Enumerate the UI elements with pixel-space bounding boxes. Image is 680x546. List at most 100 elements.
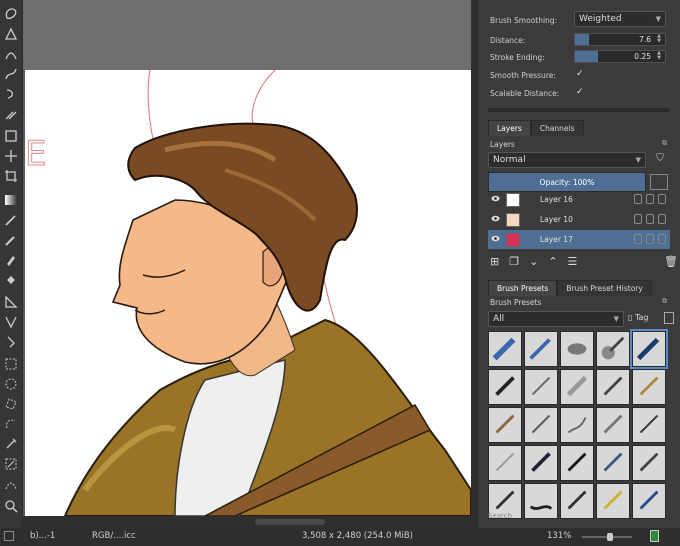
layer-settings-icon[interactable]: ☰	[568, 255, 578, 268]
similar-select-icon[interactable]	[3, 456, 19, 472]
polygon-select-icon[interactable]	[3, 396, 19, 412]
brush-search-field[interactable]: Search	[488, 512, 512, 520]
blend-mode-dropdown[interactable]: Normal ▼	[488, 152, 646, 168]
brush-preset-tile[interactable]	[632, 445, 666, 481]
outline-select-icon[interactable]	[3, 416, 19, 432]
layer-row-17[interactable]: Layer 17	[488, 230, 670, 249]
spin-arrows-icon[interactable]: ▲ ▼	[654, 51, 664, 62]
canvas-horizontal-scrollbar[interactable]	[23, 516, 477, 528]
bezier-select-icon[interactable]	[3, 476, 19, 492]
brush-preset-tile[interactable]	[524, 331, 558, 367]
move-down-icon[interactable]: ⌄	[529, 255, 538, 268]
spin-arrows-icon[interactable]: ▲ ▼	[654, 34, 664, 45]
panel-float-icon[interactable]: ⧉	[662, 139, 667, 148]
filter-icon[interactable]: ⛉	[650, 153, 670, 167]
fill-icon[interactable]	[3, 272, 19, 288]
lock-icon[interactable]	[634, 194, 642, 204]
brush-preset-tile[interactable]	[596, 445, 630, 481]
brush-filter-dropdown[interactable]: All ▼	[488, 311, 624, 327]
eye-icon[interactable]	[491, 214, 500, 223]
eye-icon[interactable]	[491, 194, 500, 203]
alpha-icon[interactable]	[646, 214, 654, 224]
delete-layer-icon[interactable]: 🗑	[664, 255, 678, 268]
brush-preset-tile-selected[interactable]	[630, 329, 668, 369]
tab-brush-presets[interactable]: Brush Presets	[488, 280, 558, 296]
tag-button[interactable]: ▯ Tag	[628, 313, 649, 322]
bezier-tool-icon[interactable]	[3, 46, 19, 62]
distance-slider[interactable]: 7.6 ▲ ▼	[574, 33, 666, 46]
rect-select-icon[interactable]	[3, 356, 19, 372]
tab-channels[interactable]: Channels	[530, 120, 584, 136]
alpha-icon[interactable]	[646, 234, 654, 244]
polygon-tool-icon[interactable]	[3, 26, 19, 42]
contiguous-select-icon[interactable]	[3, 436, 19, 452]
layer-row-10[interactable]: Layer 10	[488, 210, 670, 229]
scrollbar-thumb[interactable]	[255, 519, 325, 525]
layer-row-16[interactable]: Layer 16	[488, 190, 670, 209]
brush-preset-tile[interactable]	[488, 445, 522, 481]
freehand-selection-icon[interactable]	[3, 6, 19, 22]
freehand-path-icon[interactable]	[3, 66, 19, 82]
smart-patch-icon[interactable]	[3, 252, 19, 268]
gradient-icon[interactable]	[3, 192, 19, 208]
inherit-alpha-icon[interactable]	[658, 194, 666, 204]
brush-preset-tile[interactable]	[632, 483, 666, 519]
duplicate-layer-icon[interactable]: ❐	[509, 255, 519, 268]
brush-filter-value: All	[493, 314, 505, 324]
brush-preset-tile[interactable]	[596, 407, 630, 443]
brush-preset-tile[interactable]	[632, 407, 666, 443]
brush-preset-tile[interactable]	[632, 369, 666, 405]
drawing-canvas[interactable]: E	[25, 69, 472, 516]
inherit-alpha-icon[interactable]	[658, 234, 666, 244]
canvas-area[interactable]: E	[23, 0, 477, 516]
tab-brush-preset-history[interactable]: Brush Preset History	[557, 280, 652, 296]
tab-layers[interactable]: Layers	[488, 120, 531, 136]
brush-preset-tile[interactable]	[560, 407, 594, 443]
brush-preset-tile[interactable]	[488, 407, 522, 443]
assistant-tool-icon[interactable]	[3, 314, 19, 330]
brush-preset-tile[interactable]	[596, 483, 630, 519]
brush-preset-tile[interactable]	[524, 369, 558, 405]
brush-preset-tile[interactable]	[560, 369, 594, 405]
zoom-icon[interactable]	[3, 498, 19, 514]
layer-properties-icon[interactable]	[650, 174, 668, 190]
brush-icon[interactable]	[3, 232, 19, 248]
eye-icon[interactable]	[491, 234, 500, 243]
ellipse-select-icon[interactable]	[3, 376, 19, 392]
brush-preset-tile[interactable]	[596, 369, 630, 405]
brush-smoothing-dropdown[interactable]: Weighted ▼	[574, 11, 666, 27]
dynamic-brush-icon[interactable]	[3, 86, 19, 102]
stroke-ending-slider[interactable]: 0.25 ▲ ▼	[574, 50, 666, 63]
add-layer-icon[interactable]: ⊞	[490, 255, 499, 268]
brush-preset-tile[interactable]	[560, 483, 594, 519]
alpha-icon[interactable]	[646, 194, 654, 204]
brush-preset-tile[interactable]	[596, 331, 630, 367]
brush-preset-tile[interactable]	[524, 445, 558, 481]
document-status-icon[interactable]	[650, 530, 659, 542]
crop-icon[interactable]	[3, 168, 19, 184]
selection-mode-icon[interactable]	[4, 531, 14, 541]
move-icon[interactable]	[3, 148, 19, 164]
color-picker-icon[interactable]	[3, 212, 19, 228]
zoom-slider-handle[interactable]	[607, 533, 613, 541]
scalable-distance-checkbox[interactable]: ✓	[576, 87, 584, 97]
opacity-slider[interactable]: Opacity: 100%	[488, 172, 646, 192]
panel-float-icon[interactable]: ⧉	[662, 297, 667, 306]
lock-icon[interactable]	[634, 214, 642, 224]
lock-icon[interactable]	[634, 234, 642, 244]
brush-preset-tile[interactable]	[488, 331, 522, 367]
inherit-alpha-icon[interactable]	[658, 214, 666, 224]
brush-preset-tile[interactable]	[524, 407, 558, 443]
multibrush-icon[interactable]	[3, 106, 19, 122]
smooth-pressure-label: Smooth Pressure:	[490, 70, 556, 80]
brush-preset-tile[interactable]	[488, 369, 522, 405]
transform-icon[interactable]	[3, 128, 19, 144]
view-mode-icon[interactable]	[664, 312, 674, 324]
reference-icon[interactable]	[3, 334, 19, 350]
move-up-icon[interactable]: ⌃	[548, 255, 557, 268]
measure-icon[interactable]	[3, 294, 19, 310]
brush-preset-tile[interactable]	[560, 331, 594, 367]
brush-preset-tile[interactable]	[560, 445, 594, 481]
brush-preset-tile[interactable]	[524, 483, 558, 519]
smooth-pressure-checkbox[interactable]: ✓	[576, 69, 584, 79]
